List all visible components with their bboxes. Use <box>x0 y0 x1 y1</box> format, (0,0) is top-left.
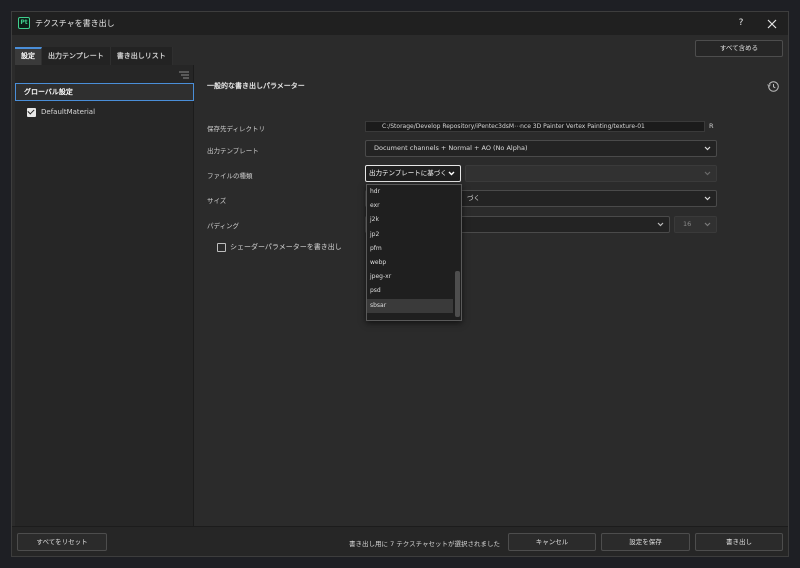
title-bar: Pt テクスチャを書き出し ? <box>12 12 788 35</box>
texture-set-panel: グローバル設定 DefaultMaterial <box>15 65 194 526</box>
tab-settings[interactable]: 設定 <box>15 47 42 65</box>
reset-all-button[interactable]: すべてをリセット <box>17 533 107 551</box>
chevron-down-icon <box>704 171 711 176</box>
cancel-button[interactable]: キャンセル <box>508 533 596 551</box>
save-settings-button[interactable]: 設定を保存 <box>601 533 690 551</box>
parameters-panel: 一般的な書き出しパラメーター 保存先ディレクトリ C:/Storage/Deve… <box>195 65 788 526</box>
dropdown-option-j2k[interactable]: j2k <box>367 213 453 227</box>
close-icon <box>767 19 777 29</box>
shader-params-row[interactable]: シェーダーパラメーターを書き出し <box>217 242 342 252</box>
filter-icon[interactable] <box>178 69 190 81</box>
output-template-label: 出力テンプレート <box>207 147 259 155</box>
dropdown-option-hdr[interactable]: hdr <box>367 185 453 199</box>
painter-app-icon: Pt <box>18 17 30 29</box>
include-all-button[interactable]: すべて含める <box>695 40 783 57</box>
output-template-select[interactable]: Document channels + Normal + AO (No Alph… <box>365 140 717 157</box>
padding-label: パディング <box>207 222 240 230</box>
tab-output-templates[interactable]: 出力テンプレート <box>42 47 111 65</box>
file-type-dropdown: hdr exr j2k jp2 pfm webp jpeg-xr psd sbs… <box>366 184 462 321</box>
export-textures-dialog: Pt テクスチャを書き出し ? 設定 出力テンプレート 書き出しリスト すべて含… <box>11 11 789 557</box>
section-title: 一般的な書き出しパラメーター <box>207 82 305 90</box>
shader-params-label: シェーダーパラメーターを書き出し <box>230 243 342 251</box>
close-button[interactable] <box>764 16 780 32</box>
chevron-down-icon <box>704 222 711 227</box>
file-type-label: ファイルの種類 <box>207 172 253 180</box>
export-button[interactable]: 書き出し <box>695 533 783 551</box>
dropdown-scrollbar[interactable] <box>455 187 460 318</box>
global-settings-item[interactable]: グローバル設定 <box>15 83 194 101</box>
size-value: づく <box>467 194 480 202</box>
output-dir-label: 保存先ディレクトリ <box>207 125 266 133</box>
output-dir-suffix[interactable]: R <box>709 122 714 130</box>
file-type-value: 出力テンプレートに基づく <box>369 169 447 177</box>
output-dir-input[interactable]: C:/Storage/Develop Repository/iPentec3ds… <box>365 121 705 132</box>
output-template-value: Document channels + Normal + AO (No Alph… <box>374 144 528 152</box>
shader-params-checkbox[interactable] <box>217 242 226 252</box>
chevron-down-icon <box>704 196 711 201</box>
chevron-down-icon <box>657 222 664 227</box>
dropdown-option-sbsar[interactable]: sbsar <box>367 298 453 313</box>
dropdown-option-jp2[interactable]: jp2 <box>367 228 453 242</box>
material-checkbox[interactable] <box>27 107 36 117</box>
file-type-detail-select <box>465 165 717 182</box>
help-button[interactable]: ? <box>734 17 748 31</box>
material-row[interactable]: DefaultMaterial <box>27 105 95 119</box>
status-text: 書き出し用に 7 テクスチャセットが選択されました <box>349 540 501 548</box>
dropdown-option-jpeg-xr[interactable]: jpeg-xr <box>367 270 453 284</box>
window-title: テクスチャを書き出し <box>35 19 115 28</box>
dropdown-scrollbar-thumb[interactable] <box>455 271 460 317</box>
padding-size-select[interactable]: 16 <box>674 216 717 233</box>
dropdown-option-pfm[interactable]: pfm <box>367 242 453 256</box>
dropdown-option-exr[interactable]: exr <box>367 199 453 213</box>
tab-bar: 設定 出力テンプレート 書き出しリスト <box>15 47 173 65</box>
tab-export-list[interactable]: 書き出しリスト <box>110 47 173 65</box>
chevron-down-icon <box>704 146 711 151</box>
dropdown-option-webp[interactable]: webp <box>367 256 453 270</box>
file-type-select[interactable]: 出力テンプレートに基づく <box>365 165 461 182</box>
size-label: サイズ <box>207 197 227 205</box>
dropdown-option-psd[interactable]: psd <box>367 284 453 298</box>
chevron-down-icon <box>448 171 455 176</box>
padding-size-value: 16 <box>683 220 692 228</box>
material-label: DefaultMaterial <box>41 108 96 116</box>
reset-icon[interactable] <box>767 80 780 93</box>
footer-bar: すべてをリセット 書き出し用に 7 テクスチャセットが選択されました キャンセル… <box>12 526 788 556</box>
